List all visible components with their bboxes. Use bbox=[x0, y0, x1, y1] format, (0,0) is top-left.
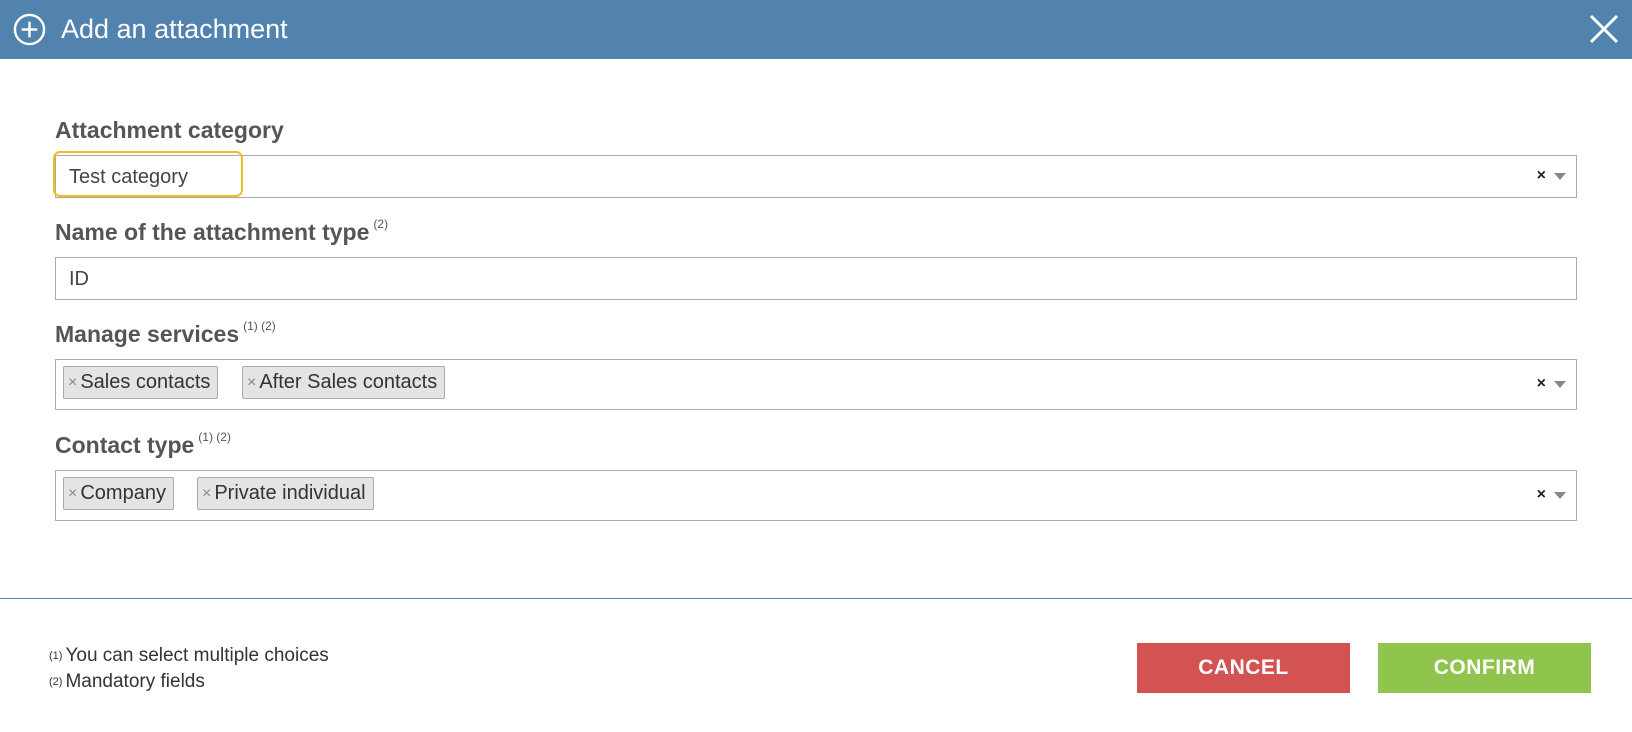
confirm-button[interactable]: CONFIRM bbox=[1378, 643, 1591, 693]
dialog-header: Add an attachment bbox=[0, 0, 1632, 59]
chevron-down-icon[interactable] bbox=[1554, 381, 1566, 388]
remove-tag-icon[interactable]: × bbox=[68, 478, 77, 509]
contact-type-multiselect[interactable]: × Company × Private individual × bbox=[55, 470, 1577, 521]
attachment-category-label: Attachment category bbox=[55, 117, 284, 143]
note-multiple-choices: (1) You can select multiple choices bbox=[49, 645, 329, 667]
plus-circle-icon bbox=[13, 13, 46, 46]
attachment-type-name-label: Name of the attachment type (2) bbox=[55, 217, 389, 245]
remove-tag-icon[interactable]: × bbox=[247, 367, 256, 398]
tag-private-individual: × Private individual bbox=[197, 477, 374, 510]
footer-notes: (1) You can select multiple choices (2) Ma… bbox=[49, 643, 329, 695]
clear-category-icon[interactable]: × bbox=[1537, 167, 1546, 185]
attachment-category-select[interactable]: Test category × bbox=[55, 155, 1577, 198]
manage-services-label: Manage services (1) (2) bbox=[55, 319, 276, 347]
field-marks: (2) bbox=[373, 217, 389, 231]
tag-company: × Company bbox=[63, 477, 174, 510]
attachment-type-name-field[interactable]: ID bbox=[55, 257, 1577, 300]
tag-sales-contacts: × Sales contacts bbox=[63, 366, 219, 399]
selection-highlight bbox=[53, 151, 243, 197]
field-marks: (1) (2) bbox=[198, 430, 231, 444]
footer-divider bbox=[0, 598, 1632, 599]
contact-type-label: Contact type (1) (2) bbox=[55, 430, 231, 458]
field-marks: (1) (2) bbox=[243, 319, 276, 333]
dialog-title: Add an attachment bbox=[61, 14, 288, 44]
manage-services-multiselect[interactable]: × Sales contacts × After Sales contacts × bbox=[55, 359, 1577, 410]
tag-after-sales-contacts: × After Sales contacts bbox=[242, 366, 446, 399]
attachment-type-name-value: ID bbox=[69, 268, 89, 290]
cancel-button[interactable]: CANCEL bbox=[1137, 643, 1350, 693]
remove-tag-icon[interactable]: × bbox=[202, 478, 211, 509]
remove-tag-icon[interactable]: × bbox=[68, 367, 77, 398]
chevron-down-icon[interactable] bbox=[1554, 492, 1566, 499]
note-mandatory-fields: (2) Mandatory fields bbox=[49, 671, 205, 693]
chevron-down-icon[interactable] bbox=[1554, 173, 1566, 180]
clear-contact-type-icon[interactable]: × bbox=[1537, 486, 1546, 504]
close-icon[interactable] bbox=[1588, 13, 1620, 45]
clear-services-icon[interactable]: × bbox=[1537, 375, 1546, 393]
